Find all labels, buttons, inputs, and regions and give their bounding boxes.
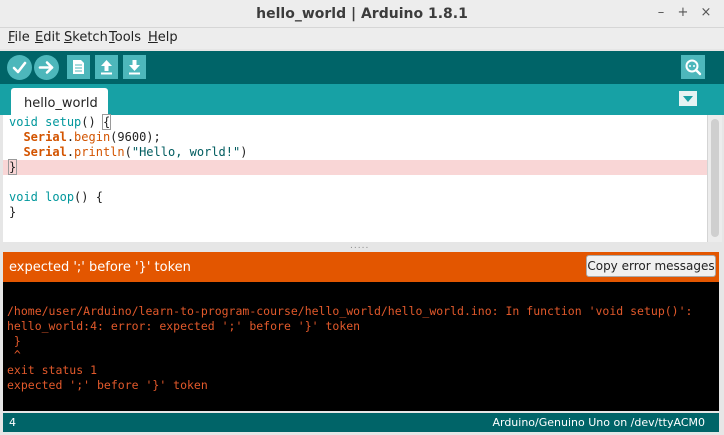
title-bar: hello_world | Arduino 1.8.1 – + × — [0, 0, 724, 28]
menu-edit[interactable]: Edit — [35, 30, 60, 45]
line-number: 4 — [9, 416, 16, 429]
tab-label: hello_world — [24, 96, 98, 111]
console-line: /home/user/Arduino/learn-to-program-cour… — [7, 304, 693, 318]
menu-help[interactable]: Help — [148, 30, 178, 45]
verify-button[interactable] — [7, 55, 32, 80]
menu-tools[interactable]: Tools — [109, 30, 141, 45]
menu-bar: File Edit Sketch Tools Help — [0, 28, 724, 49]
serial-monitor-icon — [685, 59, 702, 76]
code-line-2: Serial.begin(9600); — [23, 130, 161, 144]
open-up-arrow-icon — [101, 60, 112, 75]
window-title: hello_world | Arduino 1.8.1 — [256, 6, 468, 22]
code-line-7: } — [9, 205, 17, 219]
console-line: hello_world:4: error: expected ';' befor… — [7, 319, 361, 333]
editor-scrollbar[interactable] — [707, 115, 722, 242]
chevron-down-icon — [683, 96, 693, 102]
error-message: expected ';' before '}' token — [9, 260, 191, 275]
code-line-3: Serial.println("Hello, world!") — [23, 145, 248, 159]
tab-hello-world[interactable]: hello_world — [11, 88, 108, 115]
maximize-button[interactable]: + — [674, 4, 692, 22]
toolbar — [0, 51, 724, 84]
menu-sketch[interactable]: Sketch — [64, 30, 108, 45]
menu-file[interactable]: File — [8, 30, 30, 45]
upload-arrow-icon — [38, 61, 54, 74]
scrollbar-thumb[interactable] — [711, 119, 719, 237]
code-line-4-error: } — [3, 159, 707, 175]
save-down-arrow-icon — [129, 60, 140, 75]
close-button[interactable]: × — [697, 4, 715, 22]
code-editor[interactable]: void setup() { Serial.begin(9600); Seria… — [3, 114, 707, 242]
copy-error-button[interactable]: Copy error messages — [586, 255, 716, 277]
board-port-label: Arduino/Genuino Uno on /dev/ttyACM0 — [492, 416, 705, 429]
code-line-1: void setup() { — [9, 114, 112, 130]
open-button[interactable] — [95, 55, 118, 79]
console-line: ^ — [7, 348, 21, 362]
pane-divider[interactable]: ..... — [0, 241, 724, 252]
tab-menu-button[interactable] — [679, 91, 697, 106]
new-button[interactable] — [67, 55, 90, 79]
save-button[interactable] — [123, 55, 146, 79]
error-bar: expected ';' before '}' token Copy error… — [3, 252, 719, 282]
status-bar: 4 Arduino/Genuino Uno on /dev/ttyACM0 — [3, 413, 719, 432]
minimize-button[interactable]: – — [652, 4, 670, 22]
code-line-6: void loop() { — [9, 190, 103, 204]
upload-button[interactable] — [34, 55, 59, 80]
console-line: } — [7, 334, 21, 348]
serial-monitor-button[interactable] — [681, 55, 705, 79]
divider-grip: ..... — [350, 241, 370, 251]
console-output[interactable]: /home/user/Arduino/learn-to-program-cour… — [3, 282, 719, 411]
console-line: expected ';' before '}' token — [7, 378, 208, 392]
console-line: exit status 1 — [7, 363, 98, 377]
verify-check-icon — [12, 61, 27, 74]
tab-bar: hello_world — [0, 84, 724, 115]
new-file-icon — [73, 60, 84, 74]
